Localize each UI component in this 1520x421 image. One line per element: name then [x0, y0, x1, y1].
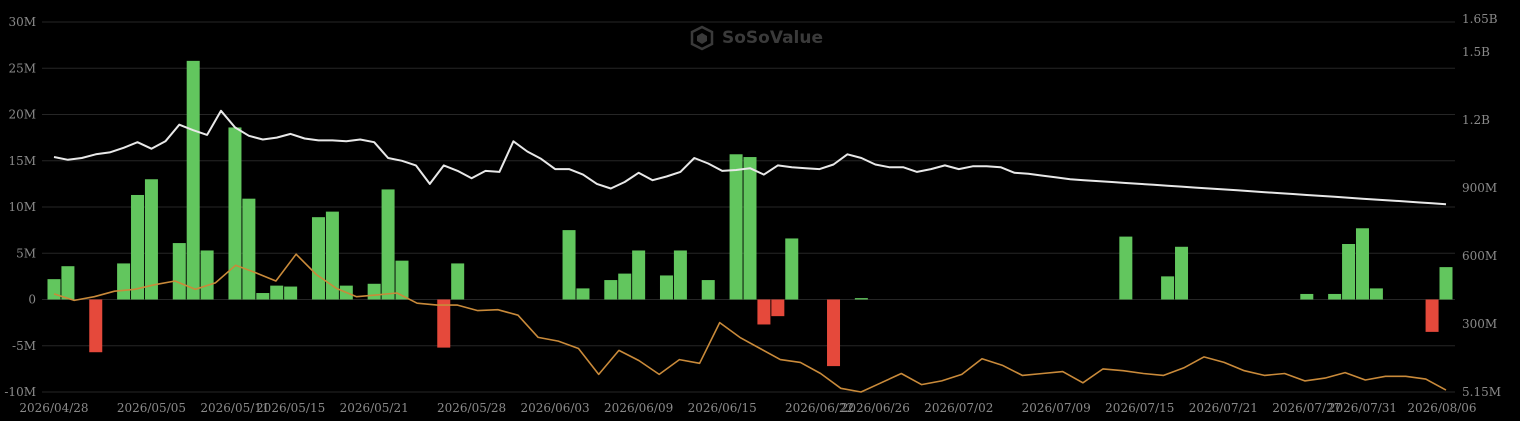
- x-tick-label: 2026/06/03: [521, 401, 590, 415]
- inflow-bar: [117, 263, 131, 300]
- x-tick-label: 2026/05/21: [340, 401, 409, 415]
- inflow-bar: [576, 288, 590, 300]
- net-inflow-bars: [47, 60, 1453, 367]
- watermark: SoSoValue: [690, 25, 823, 51]
- outflow-bar: [827, 299, 841, 367]
- right-tick-label: 300M: [1462, 317, 1497, 331]
- right-axis-ticks: 5.15M 300M 600M 900M 1.2B 1.5B 1.65B: [1462, 12, 1501, 399]
- inflow-bar: [144, 179, 158, 300]
- inflow-bar: [186, 60, 200, 300]
- left-tick-label: 10M: [8, 200, 36, 214]
- inflow-bar: [701, 280, 715, 300]
- left-tick-label: -5M: [12, 339, 36, 353]
- left-tick-label: 20M: [8, 108, 36, 122]
- inflow-bar: [1355, 228, 1369, 300]
- left-tick-label: 25M: [8, 61, 36, 75]
- inflow-bar: [47, 279, 61, 300]
- inflow-bar: [785, 238, 799, 300]
- x-tick-label: 2026/05/05: [117, 401, 186, 415]
- x-tick-label: 2026/05/15: [256, 401, 325, 415]
- inflow-bar: [1175, 246, 1189, 300]
- inflow-bar: [256, 293, 270, 300]
- x-tick-label: 2026/07/31: [1328, 401, 1397, 415]
- inflow-bar: [1119, 236, 1133, 300]
- right-tick-label: 5.15M: [1462, 385, 1501, 399]
- inflow-bar: [131, 194, 145, 300]
- inflow-bar: [228, 127, 242, 300]
- outflow-bar: [437, 299, 451, 348]
- x-tick-label: 2026/07/15: [1105, 401, 1174, 415]
- inflow-bar: [451, 263, 465, 300]
- left-tick-label: 0: [28, 293, 36, 307]
- inflow-bar: [1369, 288, 1383, 300]
- inflow-bar: [854, 298, 868, 300]
- etf-flow-chart: SoSoValue -10M -5M 0 5M 10M 15M 20M 25M 30M 5.15…: [4, 12, 1501, 415]
- outflow-bar: [1425, 299, 1439, 332]
- x-tick-label: 2026/06/26: [841, 401, 910, 415]
- sosovalue-logo-icon: [690, 25, 714, 51]
- x-tick-label: 2026/05/28: [437, 401, 506, 415]
- inflow-bar: [673, 250, 687, 300]
- outflow-bar: [757, 299, 771, 325]
- left-tick-label: 5M: [16, 246, 36, 260]
- right-tick-label: 1.5B: [1462, 45, 1490, 59]
- inflow-bar: [604, 280, 618, 300]
- x-tick-label: 2026/07/02: [924, 401, 993, 415]
- left-tick-label: -10M: [4, 385, 36, 399]
- inflow-bar: [1342, 244, 1356, 300]
- outflow-bar: [89, 299, 103, 353]
- left-axis-ticks: -10M -5M 0 5M 10M 15M 20M 25M 30M: [4, 15, 36, 399]
- inflow-bar: [1161, 276, 1175, 300]
- x-tick-label: 2026/04/28: [19, 401, 88, 415]
- watermark-text: SoSoValue: [722, 28, 823, 48]
- inflow-bar: [270, 285, 284, 300]
- inflow-bar: [659, 275, 673, 300]
- x-tick-label: 2026/07/09: [1022, 401, 1091, 415]
- right-tick-label: 600M: [1462, 249, 1497, 263]
- inflow-bar: [172, 243, 186, 300]
- inflow-bar: [729, 154, 743, 300]
- inflow-bar: [367, 283, 381, 300]
- inflow-bar: [311, 217, 325, 300]
- inflow-bar: [632, 250, 646, 300]
- inflow-bar: [284, 286, 298, 300]
- inflow-bar: [242, 198, 256, 300]
- inflow-bar: [1300, 293, 1314, 300]
- outflow-bar: [771, 299, 785, 317]
- inflow-bar: [618, 273, 632, 300]
- left-tick-label: 30M: [8, 15, 36, 29]
- right-tick-label: 1.65B: [1462, 12, 1498, 26]
- right-tick-label: 1.2B: [1462, 113, 1490, 127]
- left-tick-label: 15M: [8, 154, 36, 168]
- right-tick-label: 900M: [1462, 181, 1497, 195]
- x-tick-label: 2026/08/06: [1407, 401, 1476, 415]
- inflow-bar: [61, 266, 75, 300]
- inflow-bar: [562, 230, 576, 300]
- x-tick-label: 2026/07/21: [1189, 401, 1258, 415]
- inflow-bar: [1328, 293, 1342, 300]
- inflow-bar: [743, 157, 757, 300]
- x-tick-label: 2026/06/09: [604, 401, 673, 415]
- x-tick-label: 2026/06/15: [688, 401, 757, 415]
- inflow-bar: [200, 250, 214, 300]
- inflow-bar: [1439, 267, 1453, 300]
- inflow-bar: [381, 189, 395, 300]
- x-axis-ticks: 2026/04/28 2026/05/05 2026/05/112026/05/15…: [19, 401, 1476, 415]
